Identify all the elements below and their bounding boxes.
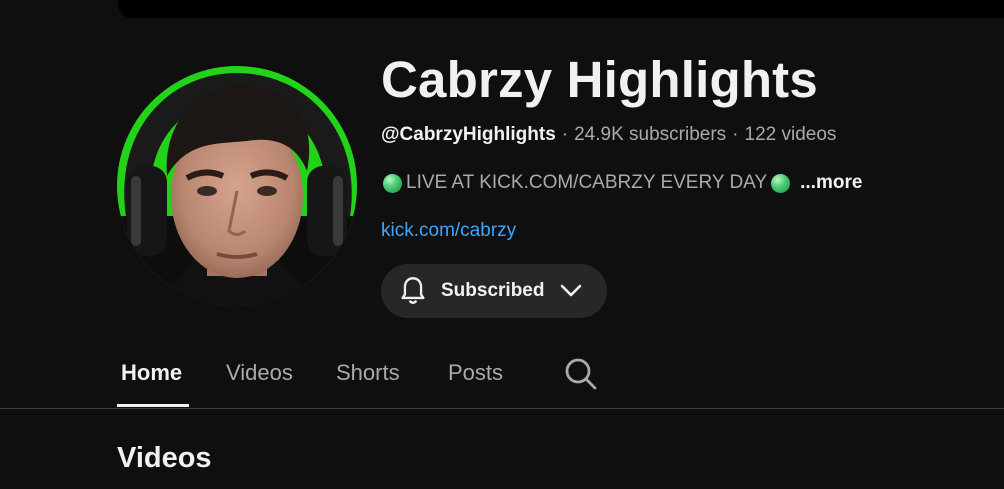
tab-videos[interactable]: Videos (226, 360, 293, 386)
chevron-down-icon (561, 284, 582, 297)
channel-page: Cabrzy Highlights @CabrzyHighlights · 24.9… (0, 0, 1004, 489)
tab-home[interactable]: Home (121, 360, 182, 386)
channel-handle[interactable]: @CabrzyHighlights (381, 124, 556, 145)
channel-external-link[interactable]: kick.com/cabrzy (381, 220, 516, 242)
active-tab-indicator (117, 404, 189, 407)
subscribed-button[interactable]: Subscribed (381, 264, 607, 318)
section-title-videos: Videos (117, 442, 212, 474)
channel-tabs: Home Videos Shorts Posts (0, 340, 1004, 409)
more-link[interactable]: ...more (800, 172, 862, 194)
meta-separator: · (561, 124, 569, 145)
tab-shorts[interactable]: Shorts (336, 360, 400, 386)
avatar-image (117, 66, 357, 306)
search-icon[interactable] (563, 356, 599, 392)
description-text: LIVE AT KICK.COM/CABRZY EVERY DAY (406, 172, 768, 193)
green-circle-emoji-icon (383, 173, 402, 193)
subscribed-label: Subscribed (441, 280, 545, 301)
channel-description[interactable]: LIVE AT KICK.COM/CABRZY EVERY DAY ...mor… (381, 172, 862, 194)
video-count: 122 videos (744, 124, 837, 145)
meta-separator: · (732, 124, 739, 145)
channel-avatar[interactable] (117, 66, 357, 306)
tab-posts[interactable]: Posts (448, 360, 503, 386)
channel-title: Cabrzy Highlights (381, 51, 818, 108)
channel-banner (118, 0, 1004, 18)
green-circle-emoji-icon (771, 173, 791, 193)
bell-icon (401, 277, 425, 304)
subscriber-count: 24.9K subscribers (574, 124, 727, 145)
channel-meta: @CabrzyHighlights · 24.9K subscribers · 122 … (381, 124, 836, 146)
